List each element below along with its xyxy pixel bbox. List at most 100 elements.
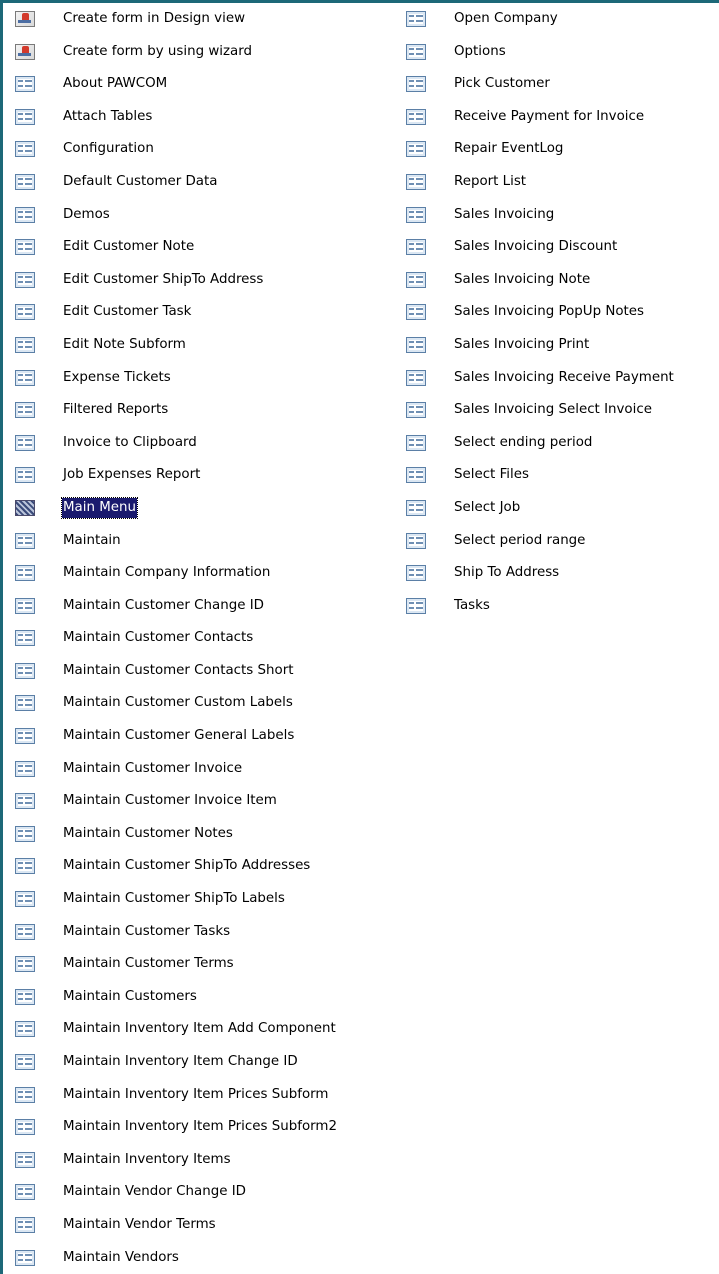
form-icon xyxy=(15,239,35,256)
list-item-label: Expense Tickets xyxy=(63,369,171,385)
form-icon xyxy=(15,369,35,386)
form-icon xyxy=(406,597,426,614)
list-item-label: Receive Payment for Invoice xyxy=(454,108,645,124)
form-icon xyxy=(15,760,35,777)
list-item-label: Select Files xyxy=(454,467,529,483)
list-item-label: Maintain Customer Notes xyxy=(63,825,233,841)
list-item-label: Job Expenses Report xyxy=(63,467,201,483)
form-icon xyxy=(406,141,426,158)
forms-list-pane: Create form in Design view Create form by… xyxy=(0,0,719,1274)
form-icon xyxy=(406,434,426,451)
form-icon xyxy=(15,695,35,712)
form-icon xyxy=(15,108,35,125)
form-icon xyxy=(406,467,426,484)
list-item-label: Pick Customer xyxy=(454,76,550,92)
list-item-label: Edit Note Subform xyxy=(63,336,186,352)
list-item-label: Sales Invoicing Note xyxy=(454,271,591,287)
list-item-label: Maintain Vendor Terms xyxy=(63,1216,216,1232)
form-icon xyxy=(15,336,35,353)
form-icon xyxy=(15,141,35,158)
list-item-label: Maintain Vendors xyxy=(63,1249,179,1265)
form-icon xyxy=(15,1216,35,1233)
list-item-label: Maintain Inventory Item Change ID xyxy=(63,1054,298,1069)
form-icon xyxy=(15,1151,35,1168)
form-icon xyxy=(406,206,426,223)
list-item-label: Open Company xyxy=(454,11,558,26)
list-item-label: Maintain Customer Contacts Short xyxy=(63,662,294,678)
list-item-label: Tasks xyxy=(454,597,490,613)
list-item-label: Demos xyxy=(63,206,110,222)
list-item-label: Select period range xyxy=(454,532,586,548)
list-item-label: Maintain Customer Tasks xyxy=(63,923,231,939)
form-icon xyxy=(15,532,35,549)
design-view-icon xyxy=(15,11,35,27)
form-icon xyxy=(15,793,35,810)
list-item-label: Maintain Inventory Item Prices Subform xyxy=(63,1086,329,1102)
form-icon xyxy=(15,597,35,614)
list-item-label: Maintain Customers xyxy=(63,988,197,1004)
list-item-label: Maintain Customer Change ID xyxy=(63,597,264,613)
list-item-label: Sales Invoicing Select Invoice xyxy=(454,402,652,418)
list-item-label: Edit Customer Note xyxy=(63,239,195,255)
list-item-label: Create form in Design view xyxy=(63,11,246,26)
form-icon xyxy=(15,728,35,745)
list-item-label: Maintain Customer Custom Labels xyxy=(63,695,293,711)
form-icon xyxy=(15,891,35,908)
list-item-label: Sales Invoicing Print xyxy=(454,336,590,352)
list-item-label: Maintain Customer Invoice xyxy=(63,760,243,776)
form-icon xyxy=(15,206,35,223)
form-icon xyxy=(15,402,35,419)
list-item-label: Maintain Customer Contacts xyxy=(63,630,254,646)
form-wizard-icon xyxy=(15,43,35,60)
form-icon xyxy=(15,858,35,875)
list-item-label: Maintain Customer ShipTo Addresses xyxy=(63,858,311,874)
list-item-label: Sales Invoicing xyxy=(454,206,555,222)
list-item-label: Attach Tables xyxy=(63,108,153,124)
form-icon xyxy=(15,467,35,484)
list-item-label: Invoice to Clipboard xyxy=(63,434,197,450)
form-icon xyxy=(406,43,426,60)
list-item-label: Maintain xyxy=(63,532,121,548)
list-item-label: Maintain Company Information xyxy=(63,565,271,581)
list-item-label: Filtered Reports xyxy=(63,402,169,418)
list-item-label: About PAWCOM xyxy=(63,76,168,92)
list-item-label: Maintain Customer Invoice Item xyxy=(63,793,277,809)
form-icon xyxy=(15,630,35,647)
form-icon xyxy=(15,434,35,451)
form-icon xyxy=(15,1184,35,1201)
list-item-label: Maintain Customer Terms xyxy=(63,956,234,972)
list-item-label: Ship To Address xyxy=(454,565,560,581)
form-icon xyxy=(15,565,35,582)
form-icon xyxy=(15,1054,35,1070)
form-icon xyxy=(15,988,35,1005)
list-item-label: Maintain Customer General Labels xyxy=(63,728,295,744)
list-item-label: Sales Invoicing PopUp Notes xyxy=(454,304,645,320)
list-item-label: Configuration xyxy=(63,141,154,157)
list-item-label: Default Customer Data xyxy=(63,173,218,189)
form-icon xyxy=(15,499,35,516)
form-icon xyxy=(406,108,426,125)
form-icon xyxy=(15,76,35,93)
form-icon xyxy=(15,1249,35,1266)
form-icon xyxy=(406,565,426,582)
list-item-label: Maintain Inventory Items xyxy=(63,1151,231,1167)
form-icon xyxy=(15,662,35,679)
form-icon xyxy=(406,304,426,321)
list-item-label: Main Menu xyxy=(61,496,138,519)
form-icon xyxy=(15,304,35,321)
list-item-label: Edit Customer Task xyxy=(63,304,192,320)
form-icon xyxy=(15,1021,35,1038)
list-item-label: Maintain Customer ShipTo Labels xyxy=(63,891,285,907)
form-icon xyxy=(15,173,35,190)
list-item-label: Maintain Vendor Change ID xyxy=(63,1184,246,1200)
list-item-label: Select Job xyxy=(454,499,521,515)
form-icon xyxy=(15,825,35,842)
list-item-label: Select ending period xyxy=(454,434,593,450)
form-icon xyxy=(406,11,426,27)
list-item-label: Sales Invoicing Discount xyxy=(454,239,618,255)
list-item-label: Maintain Inventory Item Prices Subform2 xyxy=(63,1119,337,1135)
form-icon xyxy=(15,1119,35,1136)
list-item-label: Edit Customer ShipTo Address xyxy=(63,271,264,287)
form-icon xyxy=(406,532,426,549)
list-item-label: Maintain Inventory Item Add Component xyxy=(63,1021,336,1037)
